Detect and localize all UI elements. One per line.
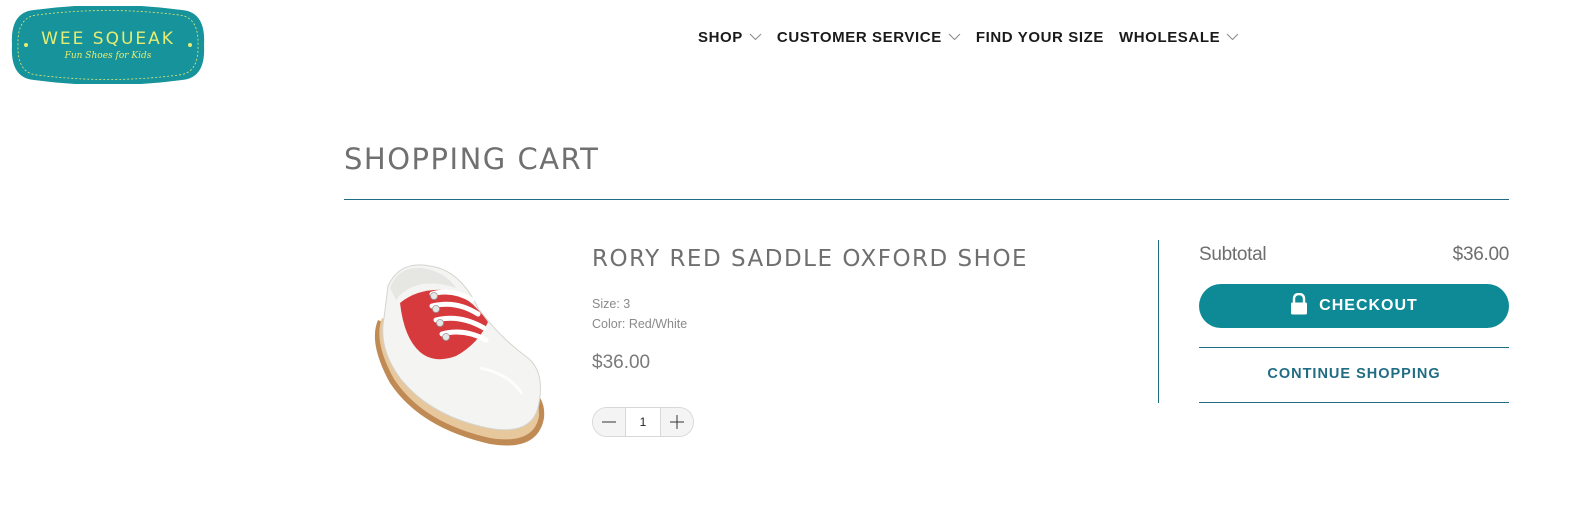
main-nav: SHOP CUSTOMER SERVICE FIND YOUR SIZE WHO… (698, 27, 1254, 47)
quantity-stepper (592, 407, 694, 437)
cart-item-size: Size: 3 (592, 297, 631, 311)
checkout-button[interactable]: CHECKOUT (1199, 284, 1509, 328)
cart-item-title[interactable]: RORY RED SADDLE OXFORD SHOE (592, 246, 1028, 272)
cart-item-color: Color: Red/White (592, 317, 688, 331)
cart-summary-divider (1158, 240, 1159, 403)
continue-shopping-link[interactable]: CONTINUE SHOPPING (1199, 366, 1509, 382)
nav-item-label: WHOLESALE (1118, 28, 1221, 46)
nav-item-wholesale[interactable]: WHOLESALE (1119, 29, 1239, 46)
cart-item-price: $36.00 (592, 352, 651, 373)
checkout-label: CHECKOUT (1319, 297, 1418, 314)
decrease-quantity-button[interactable] (593, 408, 625, 436)
nav-item-find-your-size[interactable]: FIND YOUR SIZE (976, 29, 1104, 46)
summary-divider-bottom (1199, 402, 1509, 403)
nav-item-label: CUSTOMER SERVICE (776, 28, 942, 46)
chevron-down-icon (1226, 33, 1239, 41)
increase-quantity-button[interactable] (661, 408, 693, 436)
chevron-down-icon (749, 33, 762, 41)
title-divider (344, 199, 1509, 200)
nav-item-label: SHOP (698, 28, 743, 46)
nav-item-customer-service[interactable]: CUSTOMER SERVICE (777, 29, 961, 46)
plus-icon (670, 415, 684, 429)
logo-tagline: Fun Shoes for Kids (64, 51, 152, 61)
product-image[interactable] (360, 248, 560, 453)
nav-item-shop[interactable]: SHOP (698, 29, 762, 46)
nav-item-label: FIND YOUR SIZE (975, 28, 1104, 46)
minus-icon (602, 421, 616, 423)
subtotal-value: $36.00 (1452, 244, 1510, 265)
logo-brand-name: WEE SQUEAK (41, 29, 175, 49)
summary-divider-top (1199, 347, 1509, 348)
lock-icon (1291, 293, 1308, 315)
chevron-down-icon (948, 33, 961, 41)
saddle-shoe-icon (374, 264, 545, 446)
site-logo[interactable]: WEE SQUEAK Fun Shoes for Kids (10, 6, 206, 84)
quantity-input[interactable] (625, 408, 661, 436)
subtotal-label: Subtotal (1199, 244, 1267, 265)
page-title: SHOPPING CART (344, 142, 600, 176)
